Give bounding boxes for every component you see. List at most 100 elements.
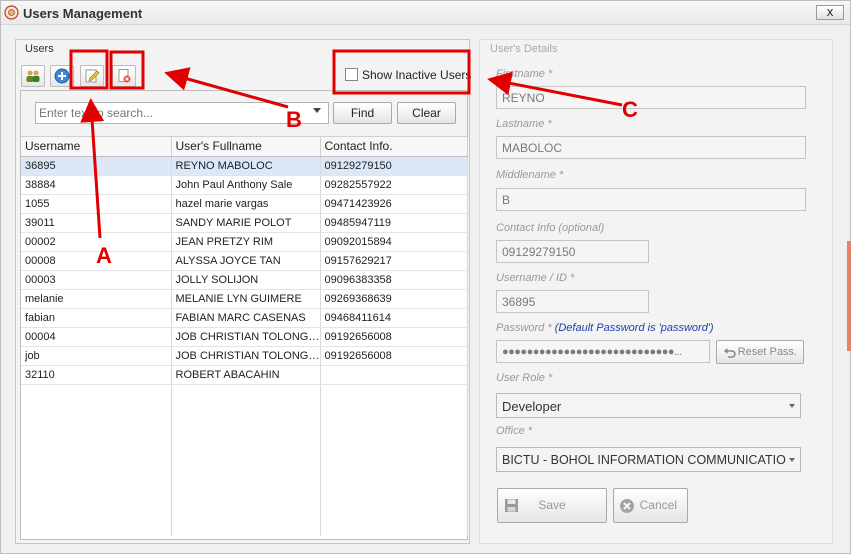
table-row[interactable]: 00003 JOLLY SOLIJON 09096383358 [21, 270, 468, 290]
users-group: Users Show Inactive Users Enter text to … [15, 39, 471, 544]
password-field[interactable]: ●●●●●●●●●●●●●●●●●●●●●●●●●●●●... [496, 340, 710, 363]
delete-icon [118, 69, 131, 83]
cell-username: job [21, 346, 172, 366]
cell-contact: 09485947119 [320, 213, 468, 233]
view-users-button[interactable] [21, 65, 45, 87]
table-row[interactable]: 00002 JEAN PRETZY RIM 09092015894 [21, 232, 468, 252]
table-row[interactable]: 1055 hazel marie vargas 09471423926 [21, 194, 468, 214]
cell-username: 00008 [21, 251, 172, 271]
cell-username: 39011 [21, 213, 172, 233]
empty-cell [171, 517, 321, 536]
empty-row [21, 403, 468, 422]
firstname-label: Firstname * [496, 68, 553, 80]
user-details-group: User's Details Firstname * REYNO Lastnam… [479, 39, 833, 544]
table-row[interactable]: 36895 REYNO MABOLOC 09129279150 [21, 156, 468, 176]
table-row[interactable]: 39011 SANDY MARIE POLOT 09485947119 [21, 213, 468, 233]
empty-cell [320, 403, 468, 422]
column-header-contact[interactable]: Contact Info. [320, 137, 468, 157]
empty-cell [171, 460, 321, 479]
cell-contact: 09157629217 [320, 251, 468, 271]
table-row[interactable]: job JOB CHRISTIAN TOLONGH... 09192656008 [21, 346, 468, 366]
office-value: BICTU - BOHOL INFORMATION COMMUNICATIO [502, 453, 786, 467]
cell-fullname: MELANIE LYN GUIMERE [171, 289, 321, 309]
search-dropdown-arrow-icon[interactable] [313, 108, 321, 113]
users-management-window: Users Management x Users Show Inactive U… [0, 0, 851, 554]
app-logo-icon [4, 5, 19, 20]
empty-cell [171, 441, 321, 460]
cell-fullname: ROBERT ABACAHIN [171, 365, 321, 385]
edit-user-button[interactable] [80, 65, 104, 87]
users-icon [26, 70, 40, 82]
cancel-icon [620, 499, 634, 513]
empty-cell [320, 460, 468, 479]
default-password-note: (Default Password is 'password') [554, 322, 714, 334]
cell-fullname: JOLLY SOLIJON [171, 270, 321, 290]
empty-cell [171, 384, 321, 403]
empty-cell [320, 441, 468, 460]
clear-button[interactable]: Clear [397, 102, 456, 124]
middlename-field[interactable]: B [496, 188, 806, 211]
contact-field[interactable]: 09129279150 [496, 240, 649, 263]
close-window-button[interactable]: x [816, 5, 844, 20]
user-details-title: User's Details [490, 43, 558, 55]
save-label: Save [538, 498, 566, 512]
cell-contact: 09282557922 [320, 175, 468, 195]
save-button[interactable]: Save [497, 488, 607, 523]
empty-cell [320, 422, 468, 441]
column-header-fullname[interactable]: User's Fullname [171, 137, 321, 157]
table-row[interactable]: 00008 ALYSSA JOYCE TAN 09157629217 [21, 251, 468, 271]
empty-cell [21, 498, 172, 517]
office-select[interactable]: BICTU - BOHOL INFORMATION COMMUNICATIO [496, 447, 801, 472]
cell-fullname: hazel marie vargas [171, 194, 321, 214]
empty-row [21, 460, 468, 479]
undo-icon [724, 348, 736, 358]
table-row[interactable]: melanie MELANIE LYN GUIMERE 09269368639 [21, 289, 468, 309]
lastname-label: Lastname * [496, 118, 552, 130]
office-chevron-down-icon [789, 458, 795, 462]
delete-user-button[interactable] [112, 65, 136, 87]
cell-fullname: SANDY MARIE POLOT [171, 213, 321, 233]
empty-cell [171, 479, 321, 498]
cell-fullname: JOB CHRISTIAN TOLONGH... [171, 327, 321, 347]
title-bar: Users Management x [1, 1, 850, 25]
cell-contact: 09092015894 [320, 232, 468, 252]
table-row[interactable]: 00004 JOB CHRISTIAN TOLONGH... 09192656008 [21, 327, 468, 347]
find-button[interactable]: Find [333, 102, 392, 124]
add-icon [54, 68, 70, 84]
username-field[interactable]: 36895 [496, 290, 649, 313]
users-table-body: 36895 REYNO MABOLOC 09129279150 38884 John P… [21, 156, 468, 536]
empty-cell [171, 403, 321, 422]
table-row[interactable]: 38884 John Paul Anthony Sale 09282557922 [21, 175, 468, 195]
cell-username: 00004 [21, 327, 172, 347]
cell-contact [320, 365, 468, 385]
empty-cell [320, 498, 468, 517]
lastname-field[interactable]: MABOLOC [496, 136, 806, 159]
firstname-field[interactable]: REYNO [496, 86, 806, 109]
cancel-button[interactable]: Cancel [613, 488, 688, 523]
empty-cell [320, 479, 468, 498]
window-edge-accent [847, 241, 851, 351]
show-inactive-checkbox[interactable] [345, 68, 358, 81]
empty-cell [21, 441, 172, 460]
cell-username: 38884 [21, 175, 172, 195]
save-icon [505, 499, 518, 512]
password-label-text: Password * [496, 322, 552, 334]
cell-username: 1055 [21, 194, 172, 214]
user-role-select[interactable]: Developer [496, 393, 801, 418]
cell-contact: 09129279150 [320, 156, 468, 176]
table-row[interactable]: 32110 ROBERT ABACAHIN [21, 365, 468, 385]
column-header-username[interactable]: Username [21, 137, 172, 157]
users-group-title: Users [25, 43, 54, 55]
cell-username: 36895 [21, 156, 172, 176]
table-row[interactable]: fabian FABIAN MARC CASENAS 09468411614 [21, 308, 468, 328]
reset-password-button[interactable]: Reset Pass. [716, 340, 804, 364]
office-label: Office * [496, 425, 533, 437]
cell-fullname: JOB CHRISTIAN TOLONGH... [171, 346, 321, 366]
empty-row [21, 517, 468, 536]
cell-contact: 09096383358 [320, 270, 468, 290]
cell-username: 00002 [21, 232, 172, 252]
search-input[interactable] [35, 102, 329, 124]
add-user-button[interactable] [50, 65, 74, 87]
empty-cell [171, 498, 321, 517]
cell-fullname: FABIAN MARC CASENAS [171, 308, 321, 328]
